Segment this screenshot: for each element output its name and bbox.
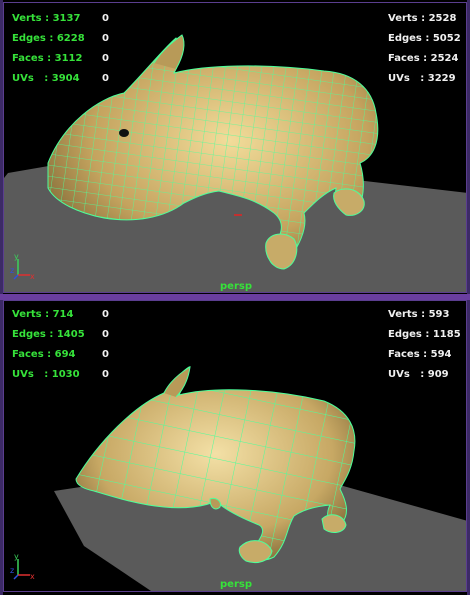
stat-count: 0: [102, 329, 109, 340]
hud-stats-left-top: Verts : 3137 0 Edges : 6228 0 Faces : 3112…: [12, 9, 122, 89]
stat-label: Edges : 1405: [12, 329, 85, 340]
axis-y-label: y: [14, 252, 19, 261]
stat-count: 0: [102, 13, 109, 24]
stat-label: Edges : 6228: [12, 33, 85, 44]
stat-label: UVs : 3229: [388, 73, 456, 84]
stat-count: 0: [102, 33, 109, 44]
stat-count: 0: [102, 309, 109, 320]
stat-count: 0: [102, 73, 109, 84]
hud-stats-right-bottom: Verts : 593 Edges : 1185 Faces : 594 UVs…: [388, 305, 461, 385]
stat-count: 0: [102, 349, 109, 360]
axis-z-label: z: [10, 266, 14, 275]
stat-label: UVs : 3904: [12, 73, 80, 84]
stat-label: Edges : 5052: [388, 33, 461, 44]
stat-label: UVs : 909: [388, 369, 449, 380]
camera-name-bottom[interactable]: persp: [4, 579, 466, 590]
stat-label: UVs : 1030: [12, 369, 80, 380]
stat-count: 0: [102, 369, 109, 380]
stat-label: Verts : 714: [12, 309, 74, 320]
hud-stats-right-top: Verts : 2528 Edges : 5052 Faces : 2524 U…: [388, 9, 461, 89]
camera-name-top[interactable]: persp: [4, 281, 466, 292]
hud-stats-left-bottom: Verts : 714 0 Edges : 1405 0 Faces : 694 0 …: [12, 305, 122, 385]
stat-label: Verts : 593: [388, 309, 450, 320]
axis-x-label: x: [30, 272, 35, 281]
axis-gizmo-icon: y x z: [10, 252, 35, 281]
viewport-top[interactable]: Verts : 3137 0 Edges : 6228 0 Faces : 3112…: [3, 2, 467, 293]
eye-marker: [119, 129, 129, 137]
stat-label: Faces : 2524: [388, 53, 459, 64]
stat-label: Verts : 3137: [12, 13, 81, 24]
stat-label: Faces : 594: [388, 349, 452, 360]
stat-label: Faces : 694: [12, 349, 76, 360]
stat-label: Faces : 3112: [12, 53, 83, 64]
axis-z-label: z: [10, 566, 14, 575]
stat-count: 0: [102, 53, 109, 64]
axis-gizmo-icon: y x z: [10, 552, 35, 581]
stat-label: Verts : 2528: [388, 13, 457, 24]
viewport-bottom[interactable]: Verts : 714 0 Edges : 1405 0 Faces : 694 0 …: [3, 300, 467, 592]
maya-viewport-window: Verts : 3137 0 Edges : 6228 0 Faces : 3112…: [0, 0, 470, 595]
axis-y-label: y: [14, 552, 19, 561]
stat-label: Edges : 1185: [388, 329, 461, 340]
